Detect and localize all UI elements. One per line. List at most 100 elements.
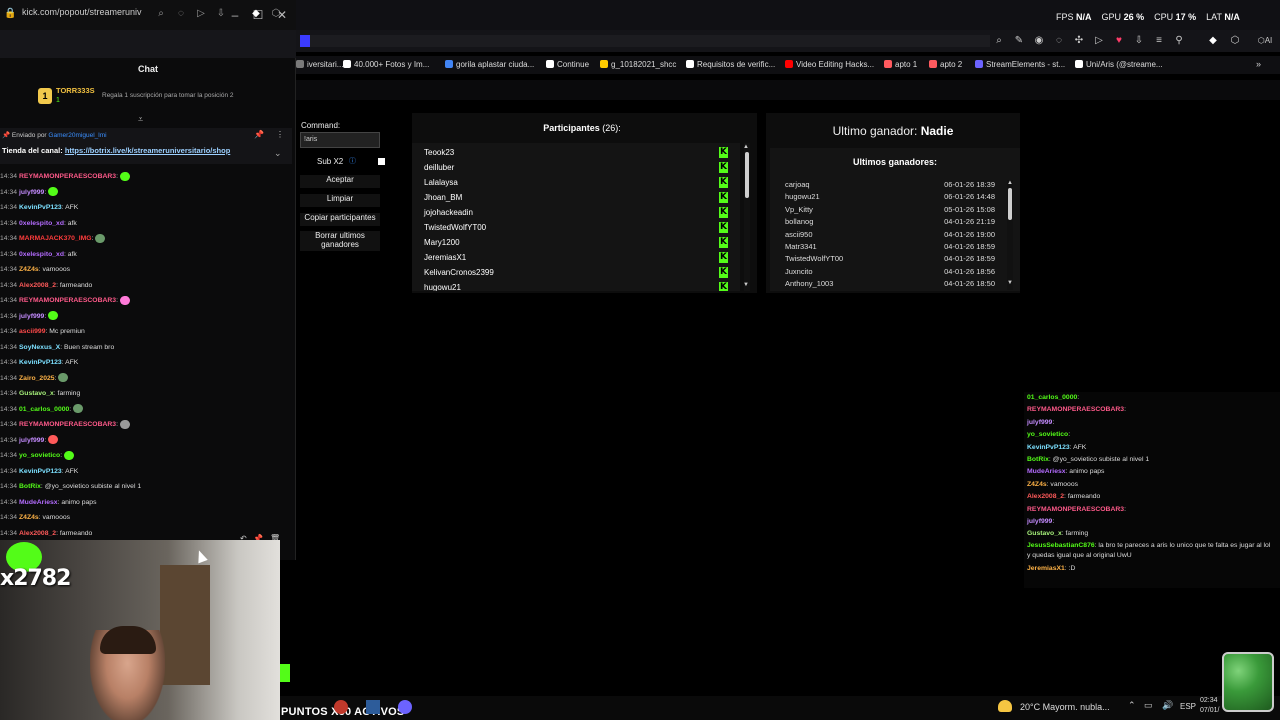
participant-row[interactable]: Jhoan_BM K xyxy=(412,190,740,205)
overlay-message-user[interactable]: BotRix xyxy=(1027,456,1049,463)
overlay-message-user[interactable]: JesusSebastianC876 xyxy=(1027,542,1095,549)
overlay-message-user[interactable]: MudeAriesx xyxy=(1027,468,1066,475)
message-user[interactable]: Alex2008_2 xyxy=(19,530,56,537)
message-user[interactable]: Alex2008_2 xyxy=(19,282,56,289)
participant-row[interactable]: Teook23 K xyxy=(412,145,740,160)
message-user[interactable]: Zairo_2025 xyxy=(19,375,55,382)
chevron-down-icon[interactable]: ⌄ xyxy=(274,148,282,159)
participant-row[interactable]: hugowu21 K xyxy=(412,280,740,291)
message-user[interactable]: MudeAriesx xyxy=(19,499,58,506)
pin-icon[interactable]: 📌 xyxy=(254,130,264,139)
chat-address-bar[interactable] xyxy=(0,30,296,58)
winners-scroll-thumb[interactable] xyxy=(1008,188,1012,220)
minimize-icon[interactable]: – xyxy=(228,8,242,22)
bookmark-item[interactable]: Requisitos de verific... xyxy=(686,60,775,69)
more-options-icon[interactable]: ⋮ xyxy=(276,130,284,139)
extension-icon[interactable]: ◆ xyxy=(1206,34,1220,48)
gift-sub-text[interactable]: Regala 1 suscripción para tomar la posic… xyxy=(102,92,234,99)
bookmarks-overflow-icon[interactable]: » xyxy=(1256,59,1261,69)
participant-row[interactable]: TwistedWolfYT00 K xyxy=(412,220,740,235)
download-icon[interactable]: ⇩ xyxy=(215,8,227,20)
message-user[interactable]: 0xelespito_xd xyxy=(19,251,64,258)
message-user[interactable]: 01_carlos_0000 xyxy=(19,406,69,413)
message-user[interactable]: REYMAMONPERAESCOBAR3 xyxy=(19,173,116,180)
overlay-message-user[interactable]: KevinPvP123 xyxy=(1027,444,1070,451)
winner-name[interactable]: Matr3341 xyxy=(785,242,817,251)
message-user[interactable]: KevinPvP123 xyxy=(19,204,62,211)
bookmark-item[interactable]: iversitari... xyxy=(296,60,343,69)
shield-icon[interactable]: ◌ xyxy=(1052,34,1066,48)
main-url-field[interactable] xyxy=(300,35,990,47)
participant-row[interactable]: JeremiasX1 K xyxy=(412,250,740,265)
info-icon[interactable]: ⓘ xyxy=(349,156,356,166)
message-user[interactable]: Gustavo_x xyxy=(19,390,54,397)
sub-leader-user[interactable]: TORR333S xyxy=(56,86,95,95)
weather-text[interactable]: 20°C Mayorm. nubla... xyxy=(1020,702,1110,712)
bookmark-item[interactable]: apto 2 xyxy=(929,60,962,69)
scroll-up-icon[interactable]: ▲ xyxy=(743,144,749,150)
sub-x2-checkbox[interactable] xyxy=(378,158,385,165)
shield-icon[interactable]: ◌ xyxy=(175,8,187,20)
bookmark-item[interactable]: gorila aplastar ciuda... xyxy=(445,60,534,69)
winner-name[interactable]: carjoaq xyxy=(785,180,810,189)
profile-icon[interactable]: ⚲ xyxy=(1172,34,1186,48)
message-user[interactable]: Z4Z4s xyxy=(19,266,39,273)
overlay-message-user[interactable]: julyf999 xyxy=(1027,419,1052,426)
participant-row[interactable]: KelivanCronos2399 K xyxy=(412,265,740,280)
message-user[interactable]: MARMAJACK370_IMG xyxy=(19,235,92,242)
winner-name[interactable]: TwistedWolfYT00 xyxy=(785,254,843,263)
winner-name[interactable]: Anthony_1003 xyxy=(785,279,833,288)
scroll-down-icon[interactable]: ▼ xyxy=(743,282,749,288)
message-user[interactable]: KevinPvP123 xyxy=(19,468,62,475)
participants-list[interactable]: Teook23 Kdeilluber K Lalalaysa K Jhoan_BM Kjoj… xyxy=(412,143,740,291)
message-user[interactable]: 0xelespito_xd xyxy=(19,220,64,227)
network-icon[interactable]: ▭ xyxy=(1144,700,1153,711)
winner-name[interactable]: hugowu21 xyxy=(785,192,820,201)
participant-row[interactable]: Lalalaysa K xyxy=(412,175,740,190)
play-icon[interactable]: ▷ xyxy=(1092,34,1106,48)
pinned-shop-link[interactable]: https://botrix.live/k/streameruniversita… xyxy=(65,146,230,155)
collapse-icon[interactable]: ⩡ xyxy=(138,114,143,125)
accept-button[interactable]: Aceptar xyxy=(300,175,380,188)
message-user[interactable]: yo_sovietico xyxy=(19,452,60,459)
menu-icon[interactable]: ≡ xyxy=(1152,34,1166,48)
ai-icon[interactable]: ⬡AI xyxy=(1252,34,1278,48)
message-user[interactable]: REYMAMONPERAESCOBAR3 xyxy=(19,297,116,304)
winners-scroll-up-icon[interactable]: ▲ xyxy=(1007,180,1013,186)
chat-url-text[interactable]: kick.com/popout/streameruniv xyxy=(22,7,147,17)
participant-row[interactable]: jojohackeadin K xyxy=(412,205,740,220)
volume-icon[interactable]: 🔊 xyxy=(1162,700,1173,711)
camera-icon[interactable]: ◉ xyxy=(1032,34,1046,48)
winners-scroll-down-icon[interactable]: ▼ xyxy=(1007,280,1013,286)
overlay-message-user[interactable]: JeremiasX1 xyxy=(1027,565,1065,572)
bookmark-item[interactable]: Continue xyxy=(546,60,589,69)
bookmark-item[interactable]: Video Editing Hacks... xyxy=(785,60,874,69)
winner-name[interactable]: Vp_Kitty xyxy=(785,205,813,214)
winner-name[interactable]: ascii950 xyxy=(785,230,813,239)
bookmark-item[interactable]: g_10182021_shcc xyxy=(600,60,676,69)
cube-icon[interactable]: ⬡ xyxy=(270,8,282,20)
overlay-message-user[interactable]: REYMAMONPERAESCOBAR3 xyxy=(1027,506,1124,513)
participants-scroll-thumb[interactable] xyxy=(745,152,749,198)
overlay-message-user[interactable]: 01_carlos_0000 xyxy=(1027,394,1077,401)
extension-icon[interactable]: ◆ xyxy=(250,8,262,20)
clock[interactable]: 02:34 07/01/ xyxy=(1200,696,1219,716)
copy-participants-button[interactable]: Copiar participantes xyxy=(300,213,380,226)
message-user[interactable]: REYMAMONPERAESCOBAR3 xyxy=(19,421,116,428)
overlay-message-user[interactable]: Gustavo_x xyxy=(1027,530,1062,537)
overlay-message-user[interactable]: julyf999 xyxy=(1027,518,1052,525)
bookmark-item[interactable]: apto 1 xyxy=(884,60,917,69)
overlay-message-user[interactable]: yo_sovietico xyxy=(1027,431,1068,438)
message-user[interactable]: julyf999 xyxy=(19,313,44,320)
command-input[interactable]: !aris xyxy=(300,132,380,148)
tray-chevron-icon[interactable]: ⌃ xyxy=(1128,700,1136,711)
download-icon[interactable]: ⇩ xyxy=(1132,34,1146,48)
clear-button[interactable]: Limpiar xyxy=(300,194,380,207)
language-indicator[interactable]: ESP xyxy=(1180,702,1196,711)
overlay-message-user[interactable]: Z4Z4s xyxy=(1027,481,1047,488)
edit-icon[interactable]: ✎ xyxy=(1012,34,1026,48)
message-user[interactable]: KevinPvP123 xyxy=(19,359,62,366)
browser-taskbar-icon[interactable] xyxy=(334,700,348,714)
bookmark-item[interactable]: 40.000+ Fotos y Im... xyxy=(343,60,429,69)
bookmark-item[interactable]: StreamElements - st... xyxy=(975,60,1065,69)
